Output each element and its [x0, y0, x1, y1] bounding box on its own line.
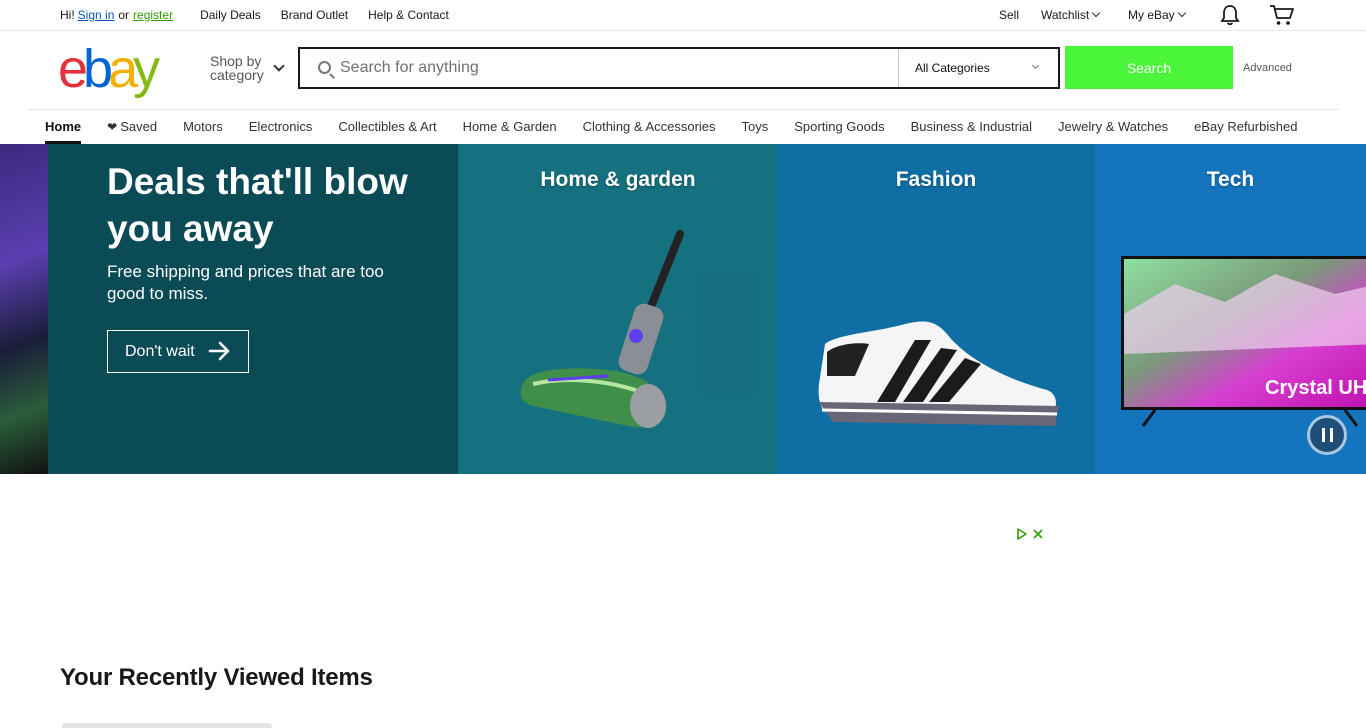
close-icon[interactable] [1032, 528, 1044, 540]
vacuum-image [520, 230, 758, 428]
cart-icon[interactable] [1269, 3, 1295, 27]
tv-brand-text: Crystal UH [1265, 377, 1366, 399]
sign-in-link[interactable]: Sign in [78, 8, 115, 22]
chevron-down-icon [1031, 61, 1040, 70]
ebay-logo[interactable]: ebay [58, 39, 160, 99]
chevron-down-icon [1091, 8, 1101, 18]
bell-icon[interactable] [1219, 4, 1241, 26]
pause-icon [1330, 428, 1333, 442]
logo-letter-b: b [83, 39, 113, 99]
header: ebay Shop by category All Categories Sea… [0, 31, 1366, 110]
watchlist-menu[interactable]: Watchlist [1041, 8, 1101, 22]
nav-item-home[interactable]: Home [45, 110, 82, 144]
logo-letter-a: a [108, 39, 138, 99]
nav-item-jewelry-watches[interactable]: Jewelry & Watches [1058, 110, 1168, 144]
recently-viewed-card[interactable] [62, 723, 272, 728]
register-link[interactable]: register [133, 8, 173, 22]
nav-item-label: Business & Industrial [910, 119, 1033, 134]
nav-item-collectibles-art[interactable]: Collectibles & Art [338, 110, 436, 144]
home-garden-tile[interactable]: Home & garden [458, 144, 778, 474]
search-icon [318, 61, 331, 74]
nav-item-label: Collectibles & Art [338, 119, 437, 134]
search-input[interactable] [340, 55, 890, 81]
nav-item-label: Home [45, 119, 82, 134]
hero-carousel: Deals that'll blow you away Free shippin… [0, 144, 1366, 474]
daily-deals-link[interactable]: Daily Deals [200, 8, 261, 22]
category-select[interactable]: All Categories [898, 49, 1058, 87]
sneaker-image [818, 321, 1059, 426]
nav-item-label: Clothing & Accessories [582, 119, 716, 134]
my-ebay-menu[interactable]: My eBay [1128, 8, 1186, 22]
nav-item-business-industrial[interactable]: Business & Industrial [911, 110, 1032, 144]
category-select-value: All Categories [915, 61, 990, 75]
nav-item-label: Home & Garden [462, 119, 557, 134]
nav-item-label: Toys [741, 119, 769, 134]
nav-item-toys[interactable]: Toys [742, 110, 769, 144]
dont-wait-button[interactable]: Don't wait [107, 330, 249, 373]
nav-item-saved[interactable]: ❤ Saved [107, 110, 157, 144]
advanced-search-link[interactable]: Advanced [1243, 62, 1292, 74]
nav-item-label: Sporting Goods [794, 119, 885, 134]
nav-item-label: eBay Refurbished [1194, 119, 1298, 134]
nav-item-home-garden[interactable]: Home & Garden [463, 110, 557, 144]
nav-item-sporting-goods[interactable]: Sporting Goods [794, 110, 884, 144]
greeting-text: Hi! [60, 8, 75, 22]
nav-item-motors[interactable]: Motors [183, 110, 223, 144]
arrow-right-icon [208, 341, 230, 361]
sell-link[interactable]: Sell [999, 8, 1019, 22]
nav-item-label: Saved [120, 119, 158, 134]
search-bar: All Categories [298, 47, 1060, 89]
watchlist-label: Watchlist [1041, 8, 1090, 22]
chevron-down-icon [273, 60, 285, 72]
or-text: or [118, 8, 130, 22]
fashion-tile[interactable]: Fashion [777, 144, 1095, 474]
hero-subtext: Free shipping and prices that are too go… [107, 262, 384, 303]
logo-letter-e: e [58, 39, 88, 99]
carousel-pause-button[interactable] [1307, 415, 1347, 455]
category-label: category [210, 67, 264, 83]
chevron-down-icon [1177, 8, 1186, 18]
top-left-links: Hi! Sign in or register Daily Deals Bran… [60, 8, 449, 22]
shop-by-category-button[interactable]: Shop by category [210, 54, 264, 82]
hero-promo-panel: Deals that'll blow you away Free shippin… [48, 144, 458, 474]
hero-headline: Deals that'll blow you away [107, 161, 408, 249]
nav-item-ebay-refurbished[interactable]: eBay Refurbished [1194, 110, 1297, 144]
recently-viewed-heading: Your Recently Viewed Items [60, 664, 373, 691]
heart-icon: ❤ [107, 120, 118, 134]
nav-item-label: Motors [183, 119, 223, 134]
previous-slide-peek[interactable] [0, 144, 48, 474]
search-button[interactable]: Search [1065, 46, 1233, 89]
top-utility-bar: Hi! Sign in or register Daily Deals Bran… [0, 0, 1366, 31]
cta-label: Don't wait [125, 343, 195, 360]
nav-item-label: Electronics [248, 119, 313, 134]
pause-icon [1322, 428, 1325, 442]
nav-item-clothing-accessories[interactable]: Clothing & Accessories [583, 110, 716, 144]
shop-by-label: Shop by [210, 53, 262, 69]
category-nav: Home ❤ Saved Motors Electronics Collectib… [28, 109, 1339, 144]
nav-item-label: Jewelry & Watches [1058, 119, 1169, 134]
ad-choices[interactable] [1016, 528, 1044, 540]
nav-item-electronics[interactable]: Electronics [249, 110, 313, 144]
help-contact-link[interactable]: Help & Contact [368, 8, 449, 22]
adchoices-icon[interactable] [1016, 528, 1028, 540]
brand-outlet-link[interactable]: Brand Outlet [281, 8, 348, 22]
logo-letter-y: y [133, 39, 160, 99]
my-ebay-label: My eBay [1128, 8, 1175, 22]
